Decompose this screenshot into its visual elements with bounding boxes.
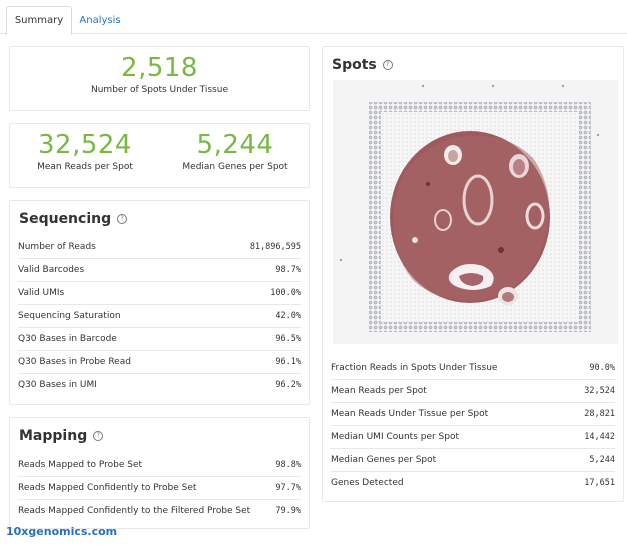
row-value: 98.7% — [275, 264, 301, 275]
spots-under-tissue-value: 2,518 — [121, 53, 198, 83]
row-label: Median Genes per Spot — [331, 454, 437, 465]
row-value: 90.0% — [589, 362, 615, 373]
row-value: 97.7% — [275, 482, 301, 493]
row-label: Reads Mapped Confidently to Probe Set — [18, 482, 197, 493]
row-label: Mean Reads per Spot — [331, 385, 427, 396]
row-label: Mean Reads Under Tissue per Spot — [331, 408, 489, 419]
row-value: 17,651 — [584, 477, 615, 488]
table-row: Q30 Bases in UMI 96.2% — [18, 373, 301, 396]
table-row: Reads Mapped Confidently to the Filtered… — [18, 499, 301, 522]
sequencing-title: Sequencing ? — [19, 211, 128, 227]
tab-analysis[interactable]: Analysis — [76, 6, 124, 35]
tissue-image-svg — [333, 80, 618, 344]
row-value: 5,244 — [589, 454, 615, 465]
tab-bar: Summary Analysis — [0, 0, 627, 35]
row-value: 79.9% — [275, 505, 301, 516]
table-row: Valid Barcodes 98.7% — [18, 258, 301, 282]
median-genes-block: 5,244 Median Genes per Spot — [160, 130, 310, 172]
table-row: Q30 Bases in Probe Read 96.1% — [18, 350, 301, 374]
table-row: Fraction Reads in Spots Under Tissue 90.0… — [331, 356, 615, 380]
mean-reads-block: 32,524 Mean Reads per Spot — [10, 130, 160, 172]
spots-under-tissue-card: 2,518 Number of Spots Under Tissue — [9, 46, 310, 111]
row-label: Reads Mapped Confidently to the Filtered… — [18, 505, 251, 516]
table-row: Median Genes per Spot 5,244 — [331, 448, 615, 472]
row-value: 96.2% — [275, 379, 301, 390]
row-value: 98.8% — [275, 459, 301, 470]
sequencing-card: Sequencing ? Number of Reads 81,896,595 V… — [9, 200, 310, 405]
mean-reads-value: 32,524 — [38, 130, 132, 160]
spots-title: Spots ? — [332, 57, 393, 73]
table-row: Reads Mapped Confidently to Probe Set 97.… — [18, 476, 301, 500]
row-label: Valid Barcodes — [18, 264, 85, 275]
row-value: 81,896,595 — [249, 241, 301, 252]
row-label: Q30 Bases in UMI — [18, 379, 97, 390]
table-row: Valid UMIs 100.0% — [18, 281, 301, 305]
row-label: Median UMI Counts per Spot — [331, 431, 460, 442]
table-row: Mean Reads per Spot 32,524 — [331, 379, 615, 403]
row-value: 96.5% — [275, 333, 301, 344]
row-value: 100.0% — [270, 287, 301, 298]
tab-summary[interactable]: Summary — [6, 6, 72, 35]
mean-reads-label: Mean Reads per Spot — [37, 162, 133, 172]
row-value: 32,524 — [584, 385, 615, 396]
row-value: 28,821 — [584, 408, 615, 419]
table-row: Reads Mapped to Probe Set 98.8% — [18, 453, 301, 477]
reads-genes-card: 32,524 Mean Reads per Spot 5,244 Median … — [9, 123, 310, 188]
row-value: 14,442 — [584, 431, 615, 442]
table-row: Sequencing Saturation 42.0% — [18, 304, 301, 328]
median-genes-label: Median Genes per Spot — [182, 162, 288, 172]
row-label: Sequencing Saturation — [18, 310, 121, 321]
tissue-spots-image[interactable] — [333, 80, 618, 344]
row-label: Number of Reads — [18, 241, 96, 252]
table-row: Q30 Bases in Barcode 96.5% — [18, 327, 301, 351]
row-label: Reads Mapped to Probe Set — [18, 459, 143, 470]
sequencing-title-text: Sequencing — [19, 211, 112, 227]
row-label: Genes Detected — [331, 477, 404, 488]
footer-link[interactable]: 10xgenomics.com — [6, 525, 117, 538]
help-icon[interactable]: ? — [117, 214, 128, 224]
row-value: 42.0% — [275, 310, 301, 321]
spots-title-text: Spots — [332, 57, 377, 73]
row-label: Valid UMIs — [18, 287, 65, 298]
table-row: Median UMI Counts per Spot 14,442 — [331, 425, 615, 449]
spots-card: Spots ? Fraction Reads in Spots Under Ti… — [322, 46, 624, 502]
help-icon[interactable]: ? — [93, 431, 104, 441]
mapping-title: Mapping ? — [19, 428, 104, 444]
mapping-title-text: Mapping — [19, 428, 88, 444]
row-value: 96.1% — [275, 356, 301, 367]
row-label: Fraction Reads in Spots Under Tissue — [331, 362, 498, 373]
help-icon[interactable]: ? — [382, 60, 393, 70]
spots-under-tissue-label: Number of Spots Under Tissue — [90, 85, 228, 95]
table-row: Genes Detected 17,651 — [331, 471, 615, 494]
table-row: Mean Reads Under Tissue per Spot 28,821 — [331, 402, 615, 426]
median-genes-value: 5,244 — [196, 130, 274, 160]
row-label: Q30 Bases in Probe Read — [18, 356, 131, 367]
table-row: Number of Reads 81,896,595 — [18, 235, 301, 259]
row-label: Q30 Bases in Barcode — [18, 333, 117, 344]
mapping-card: Mapping ? Reads Mapped to Probe Set 98.8%… — [9, 417, 310, 529]
